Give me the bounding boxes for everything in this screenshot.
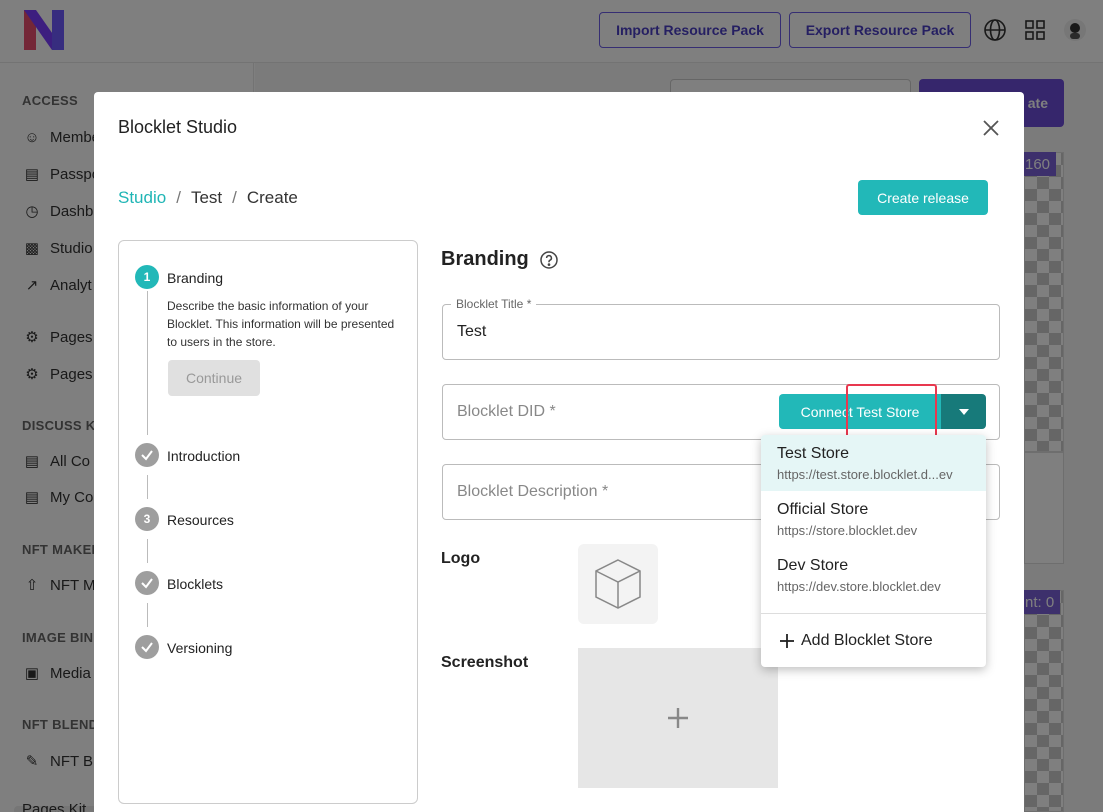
- store-name: Dev Store: [777, 557, 849, 574]
- add-blocklet-store-button[interactable]: Add Blocklet Store: [779, 623, 933, 659]
- breadcrumb-studio-link[interactable]: Studio: [118, 188, 166, 208]
- blocklet-did-placeholder: Blocklet DID *: [457, 403, 556, 420]
- screenshot-label: Screenshot: [441, 654, 529, 671]
- continue-button[interactable]: Continue: [168, 360, 260, 396]
- step-connector: [147, 475, 148, 499]
- store-dropdown-menu: Test Store https://test.store.blocklet.d…: [761, 435, 986, 667]
- blocklet-studio-dialog: Blocklet Studio Studio / Test / Create C…: [94, 92, 1024, 812]
- step-description: Describe the basic information of your B…: [167, 299, 395, 349]
- store-url: https://test.store.blocklet.d...ev: [777, 467, 953, 482]
- step-connector: [147, 539, 148, 563]
- check-icon: [135, 635, 159, 659]
- blocklet-title-field[interactable]: Blocklet Title * Test: [442, 297, 1000, 360]
- screenshot-upload[interactable]: [578, 648, 778, 788]
- logo-label: Logo: [441, 550, 481, 567]
- store-url: https://dev.store.blocklet.dev: [777, 579, 941, 594]
- step-label-resources[interactable]: Resources: [167, 512, 234, 528]
- breadcrumb: Studio / Test / Create: [118, 188, 298, 208]
- section-title: Branding: [441, 248, 559, 271]
- breadcrumb-test: Test: [190, 188, 223, 207]
- step-label-blocklets[interactable]: Blocklets: [167, 576, 223, 592]
- step-number: 3: [135, 507, 159, 531]
- plus-icon: [780, 634, 794, 648]
- store-option-dev[interactable]: Dev Store https://dev.store.blocklet.dev: [761, 547, 986, 603]
- step-label-versioning[interactable]: Versioning: [167, 640, 232, 656]
- add-blocklet-store-label: Add Blocklet Store: [801, 632, 933, 649]
- logo-upload[interactable]: [578, 544, 658, 624]
- plus-icon: [668, 708, 688, 728]
- release-stepper: 1 Branding Describe the basic informatio…: [118, 240, 418, 804]
- blocklet-description-placeholder: Blocklet Description *: [457, 483, 609, 500]
- check-icon: [135, 571, 159, 595]
- step-connector: [147, 291, 148, 435]
- help-icon[interactable]: [539, 250, 559, 270]
- breadcrumb-current: Create: [246, 188, 298, 207]
- close-icon[interactable]: [980, 117, 1002, 139]
- store-name: Test Store: [777, 445, 850, 462]
- breadcrumb-separator: /: [176, 188, 181, 207]
- blocklet-title-value: Test: [457, 323, 487, 340]
- store-dropdown-toggle[interactable]: [941, 394, 986, 429]
- store-option-test[interactable]: Test Store https://test.store.blocklet.d…: [761, 435, 986, 491]
- store-option-official[interactable]: Official Store https://store.blocklet.de…: [761, 491, 986, 547]
- menu-divider: [761, 613, 986, 614]
- step-label-branding[interactable]: Branding: [167, 270, 223, 286]
- cube-icon: [595, 559, 641, 609]
- step-label-introduction[interactable]: Introduction: [167, 448, 240, 464]
- caret-down-icon: [958, 408, 969, 415]
- store-url: https://store.blocklet.dev: [777, 523, 918, 538]
- store-name: Official Store: [777, 501, 869, 518]
- step-connector: [147, 603, 148, 627]
- field-label: Blocklet Title *: [451, 297, 537, 311]
- check-icon: [135, 443, 159, 467]
- step-number: 1: [135, 265, 159, 289]
- create-release-button[interactable]: Create release: [858, 180, 988, 215]
- dialog-title: Blocklet Studio: [118, 117, 238, 137]
- breadcrumb-separator: /: [232, 188, 237, 207]
- section-title-text: Branding: [441, 248, 529, 270]
- click-highlight: [846, 384, 937, 438]
